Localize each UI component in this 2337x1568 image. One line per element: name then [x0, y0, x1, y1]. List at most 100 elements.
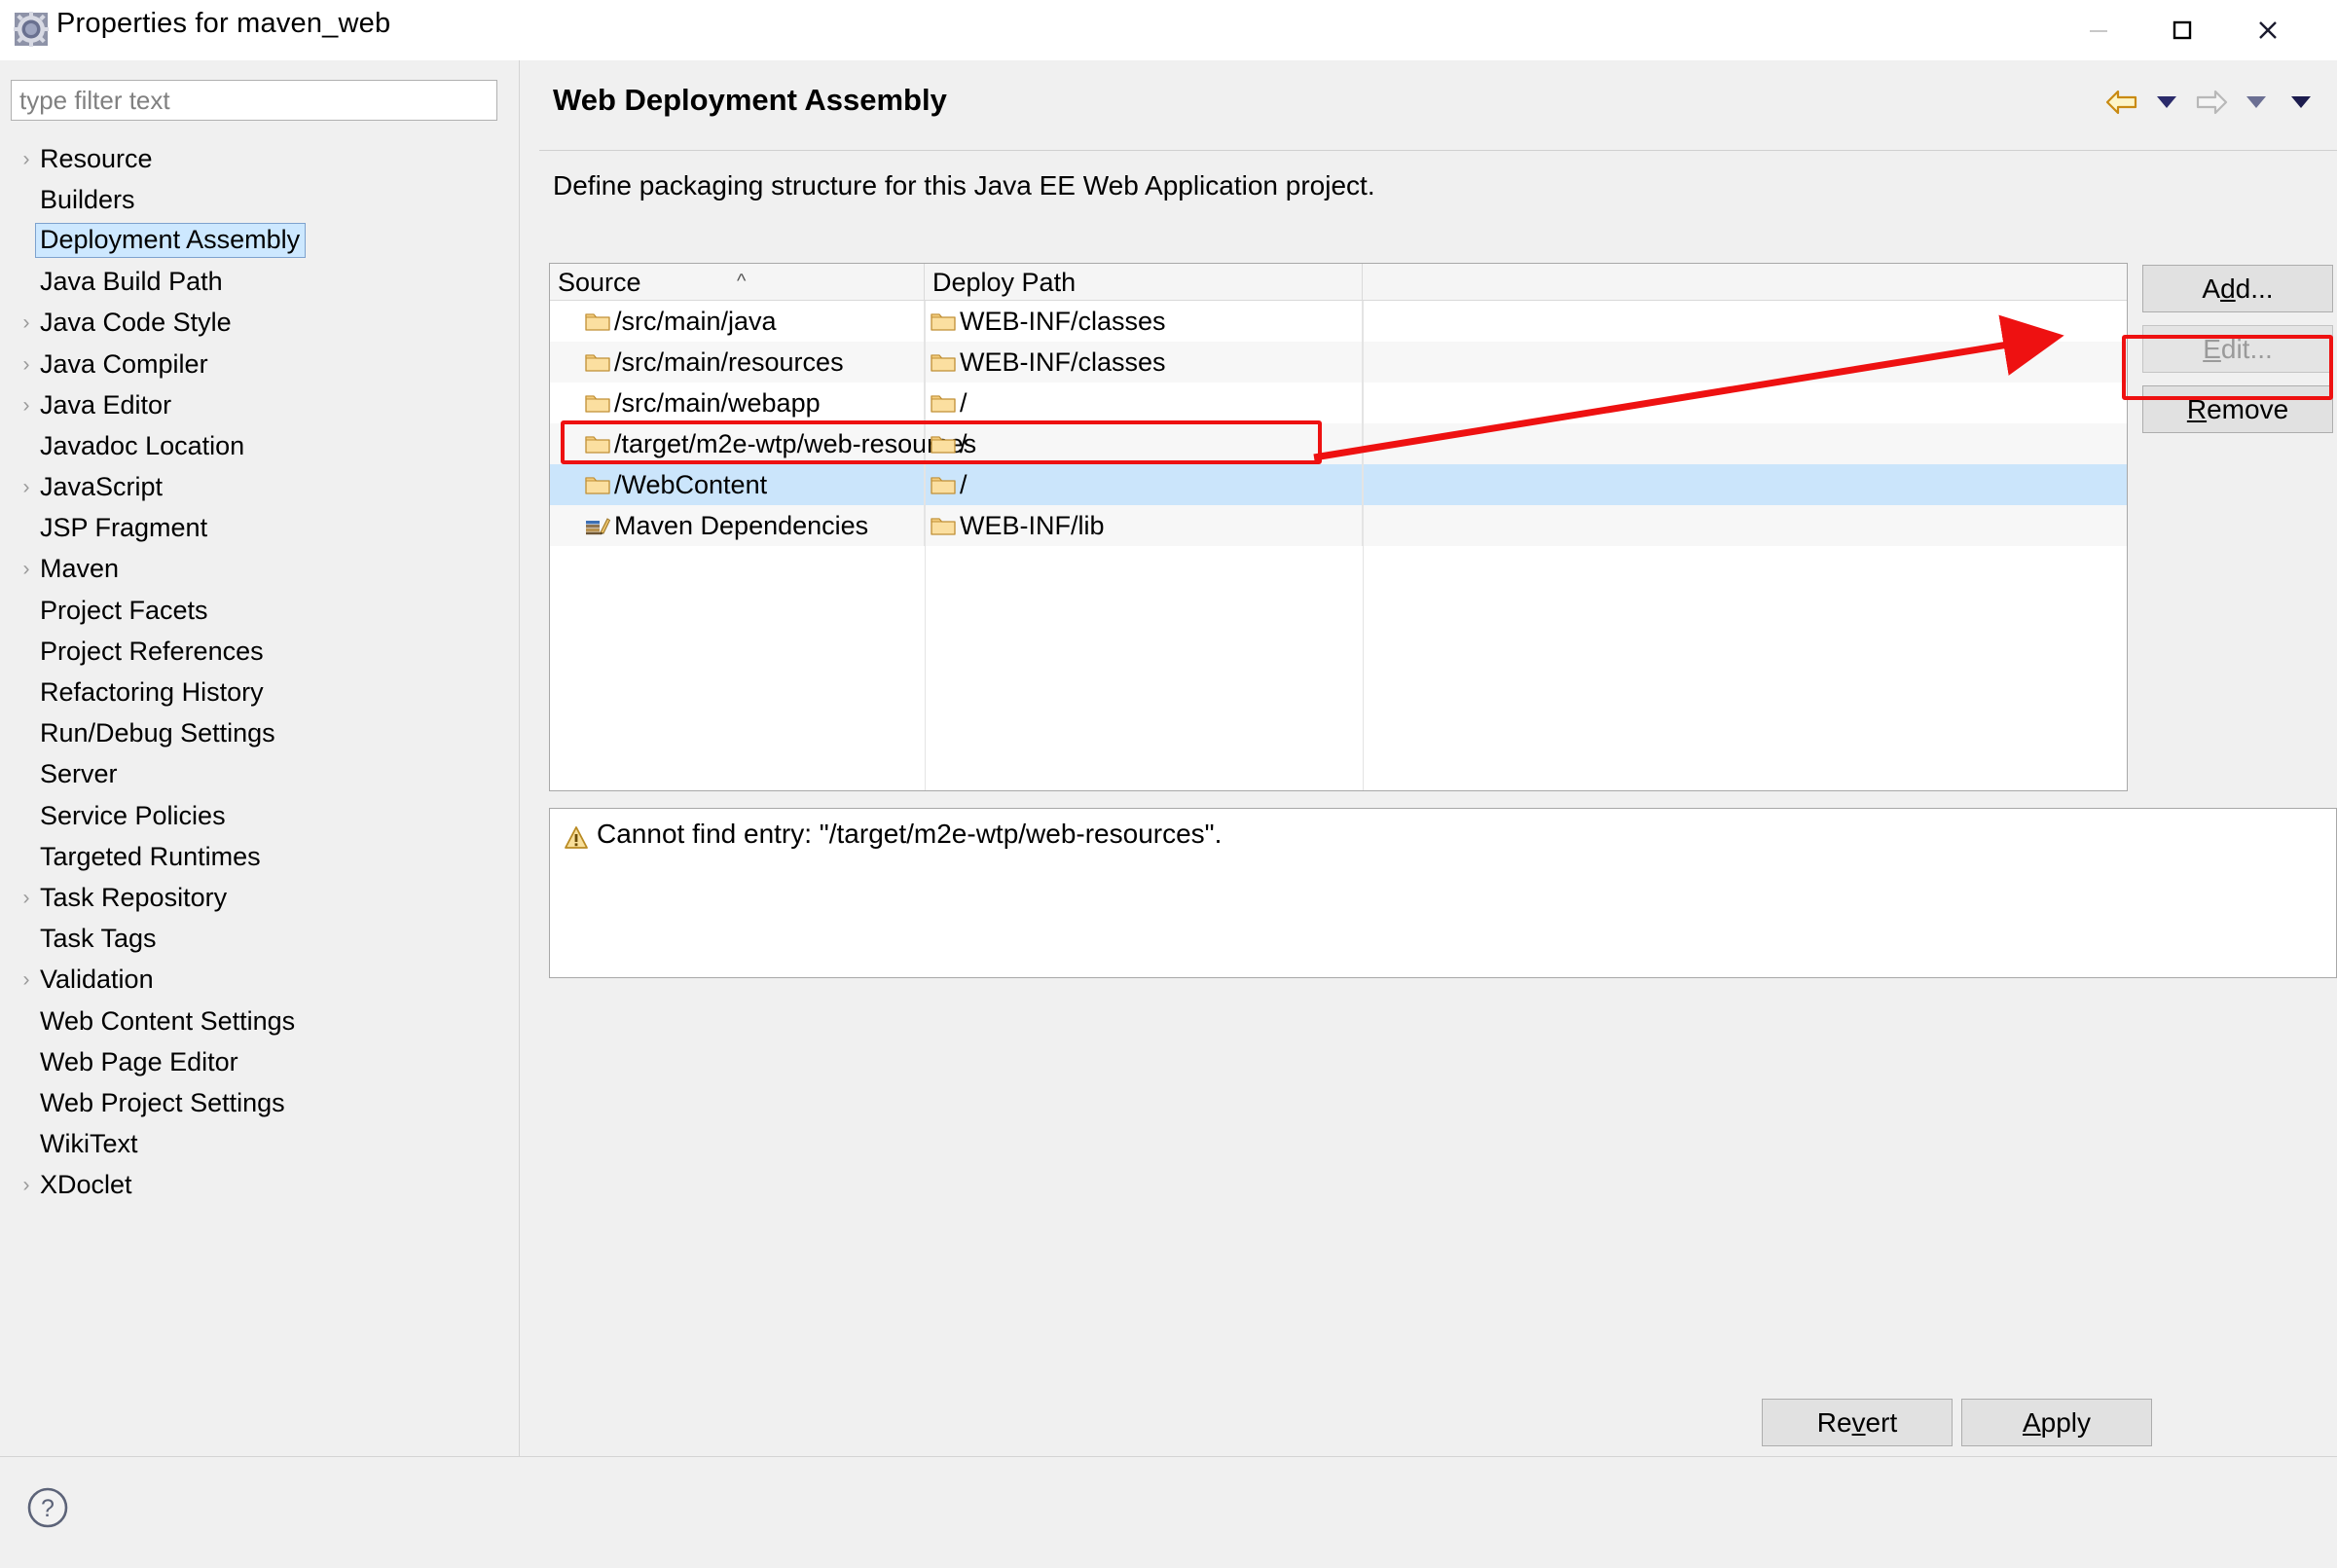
back-dropdown-button[interactable] [2144, 94, 2189, 110]
sidebar-item-label: XDoclet [40, 1170, 132, 1200]
tree-indent-spacer: › [16, 436, 37, 456]
table-row[interactable]: /src/main/webapp / [550, 383, 2127, 423]
view-menu-button[interactable] [2279, 94, 2323, 110]
table-row[interactable]: /target/m2e-wtp/web-resources / [550, 423, 2127, 464]
sidebar-item-java-build-path[interactable]: ›Java Build Path [0, 262, 520, 303]
table-body: /src/main/java WEB-INF/classes/src/main/r… [550, 301, 2127, 546]
chevron-right-icon[interactable]: › [16, 559, 37, 579]
folder-icon [931, 313, 956, 331]
folder-icon [585, 477, 610, 494]
column-header-source[interactable]: Source ^ [550, 264, 925, 301]
sidebar-item-task-tags[interactable]: ›Task Tags [0, 919, 520, 960]
tree-indent-spacer: › [16, 682, 37, 703]
cell-deploy-path: / [925, 464, 1363, 505]
table-row[interactable]: /src/main/java WEB-INF/classes [550, 301, 2127, 342]
help-question-icon[interactable]: ? [25, 1485, 70, 1535]
sidebar-item-javadoc-location[interactable]: ›Javadoc Location [0, 425, 520, 466]
cell-spacer [1363, 383, 2127, 423]
sidebar-item-label: Project References [40, 636, 264, 666]
chevron-right-icon[interactable]: › [16, 888, 37, 908]
sidebar-item-xdoclet[interactable]: › XDoclet [0, 1165, 520, 1206]
sidebar-item-deployment-assembly[interactable]: ›Deployment Assembly [0, 220, 520, 261]
sidebar-item-project-facets[interactable]: ›Project Facets [0, 590, 520, 631]
forward-dropdown-button[interactable] [2234, 94, 2279, 110]
remove-button[interactable]: Remove [2142, 385, 2333, 433]
table-row[interactable]: /src/main/resources WEB-INF/classes [550, 342, 2127, 383]
sidebar-item-task-repository[interactable]: › Task Repository [0, 877, 520, 918]
sidebar-item-web-project-settings[interactable]: ›Web Project Settings [0, 1082, 520, 1123]
sidebar-item-java-editor[interactable]: › Java Editor [0, 384, 520, 425]
cell-source: /src/main/java [550, 301, 925, 342]
sidebar-item-label: Server [40, 759, 118, 789]
sidebar-item-web-page-editor[interactable]: ›Web Page Editor [0, 1041, 520, 1082]
chevron-right-icon[interactable]: › [16, 477, 37, 497]
filter-input[interactable] [11, 80, 497, 121]
sidebar-item-project-references[interactable]: ›Project References [0, 631, 520, 672]
sidebar-item-label: Validation [40, 965, 154, 995]
folder-icon [931, 474, 956, 495]
sidebar-item-service-policies[interactable]: ›Service Policies [0, 795, 520, 836]
sidebar-item-refactoring-history[interactable]: ›Refactoring History [0, 672, 520, 712]
chevron-right-icon[interactable]: › [16, 149, 37, 169]
chevron-right-icon[interactable]: › [16, 969, 37, 990]
back-button[interactable] [2100, 89, 2144, 116]
sidebar-item-maven[interactable]: › Maven [0, 549, 520, 590]
chevron-right-icon[interactable]: › [16, 395, 37, 416]
folder-icon [931, 354, 956, 372]
table-row[interactable]: /WebContent / [550, 464, 2127, 505]
minimize-button[interactable] [2057, 0, 2140, 60]
folder-icon [585, 354, 610, 372]
tree-indent-spacer: › [16, 806, 37, 826]
chevron-right-icon[interactable]: › [16, 312, 37, 333]
chevron-right-icon[interactable]: › [16, 1175, 37, 1195]
assembly-table[interactable]: Source ^ Deploy Path /src/main/java WEB-I… [549, 263, 2128, 791]
page-title: Web Deployment Assembly [553, 83, 947, 117]
chevron-right-icon[interactable]: › [16, 354, 37, 375]
sidebar-item-run-debug-settings[interactable]: ›Run/Debug Settings [0, 713, 520, 754]
sidebar-item-label: Web Project Settings [40, 1087, 285, 1117]
cell-deploy-path-label: / [960, 387, 968, 418]
sidebar-item-jsp-fragment[interactable]: ›JSP Fragment [0, 508, 520, 549]
sidebar-item-java-compiler[interactable]: › Java Compiler [0, 344, 520, 384]
sidebar-item-java-code-style[interactable]: › Java Code Style [0, 303, 520, 344]
cell-source-label: Maven Dependencies [614, 510, 869, 540]
tree-indent-spacer: › [16, 764, 37, 784]
sidebar-item-validation[interactable]: › Validation [0, 960, 520, 1001]
sidebar-item-label: Project Facets [40, 595, 208, 625]
table-row[interactable]: Maven Dependencies WEB-INF/lib [550, 505, 2127, 546]
tree-indent-spacer: › [16, 641, 37, 662]
cell-spacer [1363, 505, 2127, 546]
folder-icon [585, 433, 610, 455]
sidebar-item-label: Web Page Editor [40, 1046, 238, 1076]
cell-source-label: /target/m2e-wtp/web-resources [614, 428, 977, 458]
folder-icon [931, 392, 956, 414]
folder-icon [931, 515, 956, 536]
column-header-deploy-path[interactable]: Deploy Path [925, 264, 1363, 301]
sidebar-item-label: Builders [40, 184, 135, 214]
close-button[interactable] [2226, 0, 2310, 60]
tree-indent-spacer: › [16, 190, 37, 210]
add-button[interactable]: Add... [2142, 265, 2333, 312]
tree-indent-spacer: › [16, 1093, 37, 1113]
sidebar-item-wikitext[interactable]: ›WikiText [0, 1124, 520, 1165]
sidebar-item-label: Maven [40, 554, 120, 584]
chevron-down-icon [2157, 96, 2176, 108]
tree-indent-spacer: › [16, 231, 37, 251]
revert-button[interactable]: Revert [1762, 1399, 1953, 1446]
sidebar-item-server[interactable]: ›Server [0, 754, 520, 795]
maximize-button[interactable] [2140, 0, 2224, 60]
status-message-box: Cannot find entry: "/target/m2e-wtp/web-… [549, 808, 2337, 978]
folder-icon [931, 518, 956, 535]
settings-tree[interactable]: ›Resource›Builders›Deployment Assembly›J… [0, 138, 520, 1442]
warning-icon [564, 825, 589, 856]
sidebar-item-resource[interactable]: › Resource [0, 138, 520, 179]
sidebar-item-targeted-runtimes[interactable]: ›Targeted Runtimes [0, 836, 520, 877]
sidebar-item-web-content-settings[interactable]: ›Web Content Settings [0, 1001, 520, 1041]
cell-source: /target/m2e-wtp/web-resources [550, 423, 976, 464]
folder-icon [585, 310, 610, 332]
cell-spacer [1363, 464, 2127, 505]
sidebar-item-builders[interactable]: ›Builders [0, 179, 520, 220]
apply-button[interactable]: Apply [1961, 1399, 2152, 1446]
sidebar-item-label: Java Compiler [40, 348, 208, 379]
sidebar-item-javascript[interactable]: › JavaScript [0, 467, 520, 508]
